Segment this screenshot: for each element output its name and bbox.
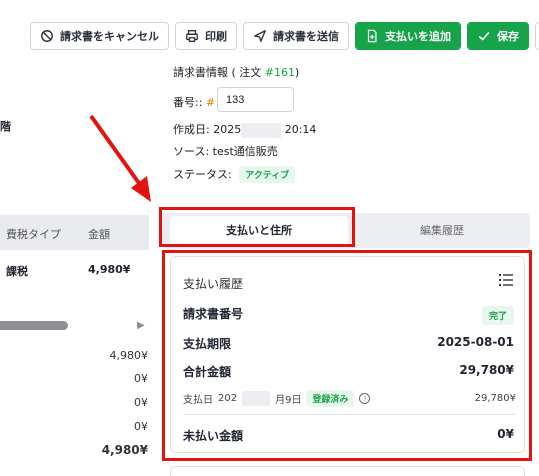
order-link[interactable]: #161 bbox=[265, 66, 295, 79]
address-fragment: 階 bbox=[0, 120, 11, 133]
amount-column-header: 金額 bbox=[88, 228, 110, 241]
discount-value: 0¥ bbox=[134, 372, 148, 385]
invoice-toolbar: 請求書をキャンセル 印刷 請求書を送信 支払いを追加 保存 ··· bbox=[30, 22, 539, 50]
items-table-header: 費税タイプ 金額 bbox=[0, 215, 149, 250]
heading-prefix: 請求書情報 ( 注文 bbox=[173, 66, 265, 79]
cancel-invoice-label: 請求書をキャンセル bbox=[60, 30, 159, 43]
add-payment-button[interactable]: 支払いを追加 bbox=[355, 22, 461, 50]
status-badge: アクティブ bbox=[239, 166, 296, 183]
ban-icon bbox=[41, 30, 53, 42]
annotation-box-tab bbox=[159, 207, 355, 247]
send-invoice-button[interactable]: 請求書を送信 bbox=[243, 22, 349, 50]
more-options-button[interactable]: ··· bbox=[535, 22, 539, 50]
print-label: 印刷 bbox=[205, 30, 227, 43]
redacted-block bbox=[241, 122, 282, 138]
horizontal-scrollbar[interactable] bbox=[0, 321, 68, 330]
hash-symbol: # bbox=[205, 96, 216, 109]
created-date-row: 作成日: 2025 20:14 bbox=[173, 121, 316, 138]
created-label: 作成日: bbox=[173, 123, 210, 136]
item-tax-cell: 課税 bbox=[6, 265, 28, 278]
add-payment-label: 支払いを追加 bbox=[385, 30, 451, 43]
send-invoice-label: 請求書を送信 bbox=[273, 30, 339, 43]
source-label: ソース: bbox=[173, 145, 210, 158]
cancel-invoice-button[interactable]: 請求書をキャンセル bbox=[30, 22, 169, 50]
scroll-right-icon[interactable]: ▶ bbox=[137, 320, 145, 331]
created-time: 20:14 bbox=[284, 123, 317, 136]
item-amount-cell: 4,980¥ bbox=[88, 263, 131, 276]
next-card-edge bbox=[170, 466, 525, 476]
check-icon bbox=[478, 31, 490, 41]
fee-value: 0¥ bbox=[134, 420, 148, 433]
add-document-icon bbox=[367, 29, 377, 43]
tab-edit-history[interactable]: 編集履歴 bbox=[357, 216, 527, 244]
subtotal-value: 4,980¥ bbox=[109, 349, 149, 362]
save-button[interactable]: 保存 bbox=[467, 22, 529, 50]
heading-suffix: ) bbox=[295, 66, 300, 79]
created-year: 2025 bbox=[213, 123, 242, 136]
invoice-number-input[interactable] bbox=[217, 87, 294, 112]
send-icon bbox=[254, 30, 266, 42]
save-label: 保存 bbox=[497, 30, 519, 43]
annotation-box-card bbox=[162, 250, 532, 461]
printer-icon bbox=[186, 30, 198, 42]
grand-total-value: 4,980¥ bbox=[101, 443, 148, 457]
status-label: ステータス: bbox=[173, 168, 232, 181]
number-label-text: 番号:: bbox=[173, 96, 203, 109]
tax-type-column-header: 費税タイプ bbox=[6, 228, 61, 241]
source-row: ソース: test通信販売 bbox=[173, 143, 278, 159]
shipping-value: 0¥ bbox=[134, 396, 148, 409]
invoice-number-label: 番号:: # bbox=[173, 94, 215, 110]
invoice-info-heading: 請求書情報 ( 注文 #161) bbox=[173, 64, 299, 80]
print-button[interactable]: 印刷 bbox=[175, 22, 237, 50]
annotation-arrow-icon bbox=[89, 114, 151, 202]
source-value: test通信販売 bbox=[212, 145, 278, 158]
status-row: ステータス: アクティブ bbox=[173, 166, 296, 183]
